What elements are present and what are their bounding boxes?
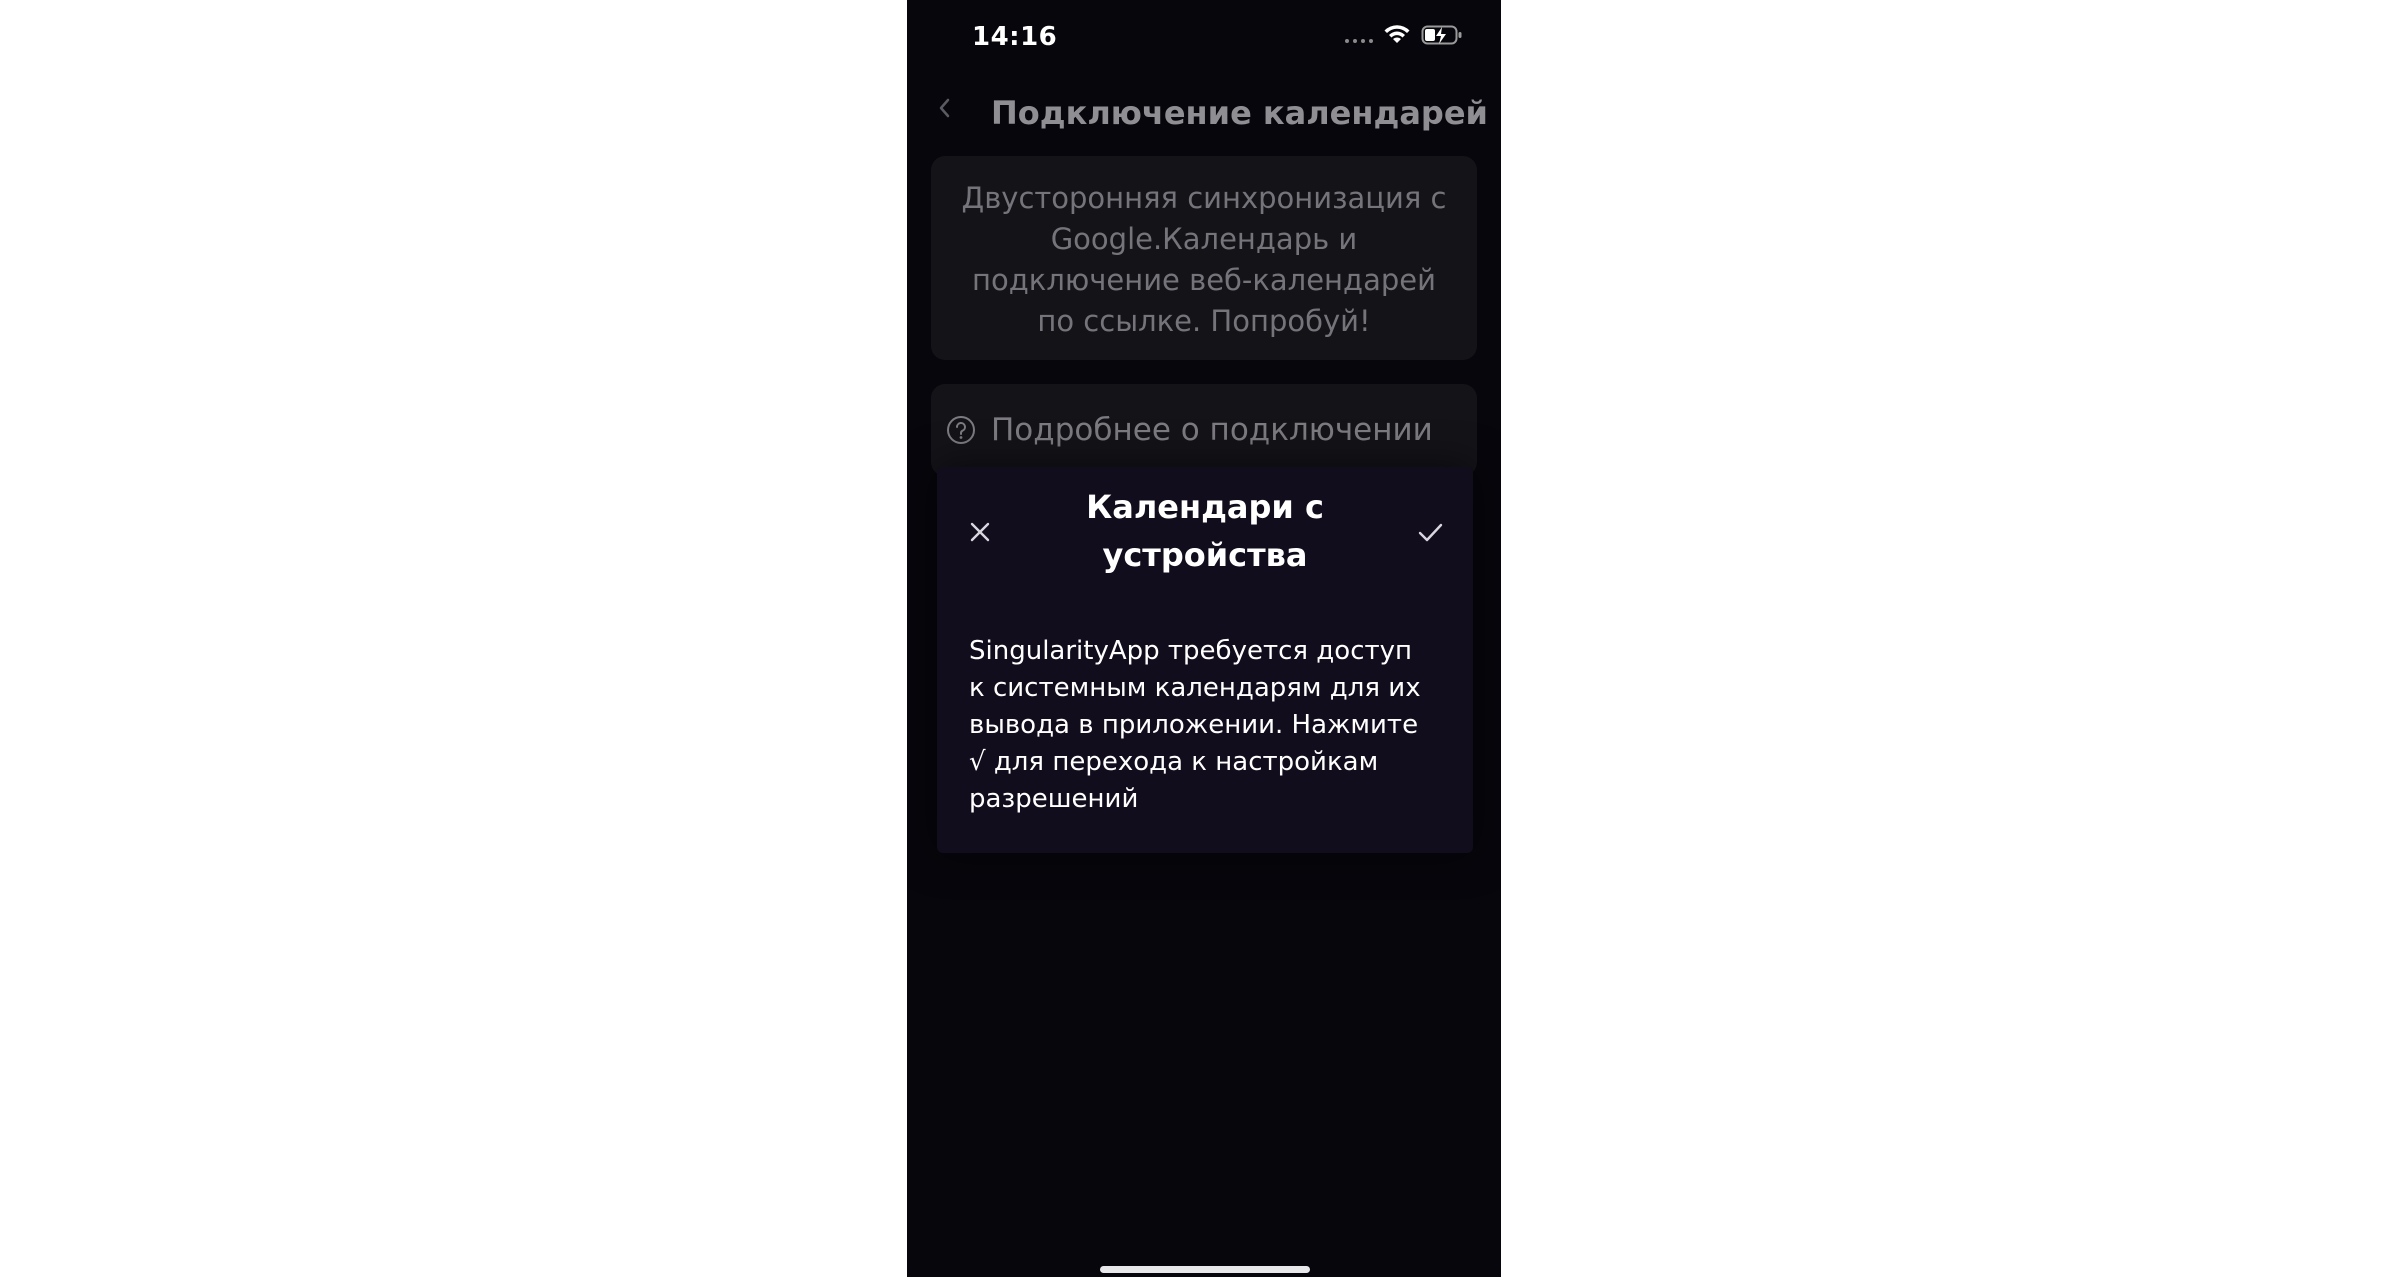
modal-title: Календари с устройства [1086,488,1324,574]
back-button[interactable] [937,96,951,126]
checkmark-icon [1418,523,1443,542]
confirm-button[interactable] [1415,517,1445,547]
phone-screen: 14:16 Подключение календарей Двустороння… [907,0,1501,1277]
question-circle-icon [945,414,977,446]
more-info-link[interactable]: Подробнее о подключении [931,384,1477,476]
chevron-left-icon [939,98,950,118]
page-title: Подключение календарей [991,94,1488,132]
close-button[interactable] [965,517,995,547]
more-info-label: Подробнее о подключении [991,412,1433,448]
home-indicator[interactable] [1100,1266,1310,1273]
info-card: Двусторонняя синхронизация с Google.Кале… [931,156,1477,360]
modal-body-text: SingularityApp требуется доступ к систем… [969,636,1421,814]
device-calendars-modal: Календари с устройства SingularityApp тр… [937,467,1473,853]
close-icon [970,522,990,542]
